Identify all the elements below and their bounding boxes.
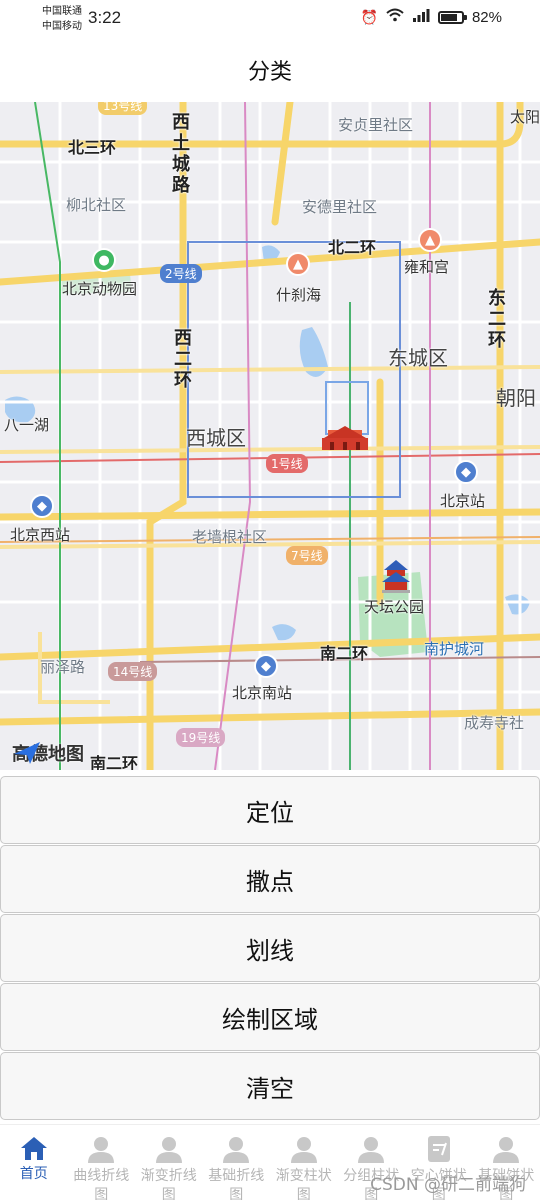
user-icon bbox=[87, 1135, 115, 1163]
navigation-arrow-icon bbox=[14, 742, 40, 764]
map-label-beierhuan: 北二环 bbox=[328, 238, 377, 257]
document-icon bbox=[425, 1135, 453, 1163]
tab-gradient-line-chart[interactable]: 渐变折线图 bbox=[135, 1125, 203, 1200]
map-label-bayihu: 八一湖 bbox=[4, 416, 50, 434]
user-icon bbox=[290, 1135, 318, 1163]
tab-home[interactable]: 首页 bbox=[0, 1125, 68, 1200]
tab-gradient-bar-chart-label: 渐变柱状图 bbox=[275, 1168, 332, 1200]
status-bar: 中国联通 中国移动 3:22 ⏰ 82% bbox=[0, 0, 540, 38]
battery-percent: 82% bbox=[471, 9, 502, 26]
map-label-shichahai: 什刹海 bbox=[276, 286, 322, 304]
tab-basic-line-chart[interactable]: 基础折线图 bbox=[203, 1125, 271, 1200]
temple-of-heaven-icon[interactable] bbox=[380, 558, 412, 594]
map-label-lizelu: 丽泽路 bbox=[40, 658, 86, 676]
user-icon bbox=[492, 1135, 520, 1163]
map-label-nanyihuan: 南二环 bbox=[90, 754, 139, 770]
signal-icon bbox=[412, 8, 430, 27]
user-icon bbox=[357, 1135, 385, 1163]
page-title: 分类 bbox=[247, 60, 292, 85]
map-label-beijing-west: 北京西站 bbox=[10, 526, 71, 544]
carrier-1: 中国联通 bbox=[42, 6, 82, 17]
map-label-anzhenli: 安贞里社区 bbox=[338, 116, 414, 134]
subway-badge-line2: 2号线 bbox=[160, 264, 202, 283]
map-label-xierhuan: 西二环 bbox=[174, 328, 192, 391]
map-label-yonghegong: 雍和宫 bbox=[404, 258, 450, 276]
subway-badge-line14: 14号线 bbox=[108, 662, 158, 681]
map-label-xicheng: 西城区 bbox=[186, 426, 246, 450]
temple-poi-icon[interactable]: ▲ bbox=[286, 252, 310, 276]
map-label-laoqianggen: 老墙根社区 bbox=[192, 528, 268, 546]
zoo-poi-icon[interactable]: ● bbox=[92, 248, 116, 272]
map-label-beisanhuan: 北三环 bbox=[68, 138, 117, 157]
lake-south bbox=[272, 624, 296, 641]
watermark-text: CSDN @研二前端狗 bbox=[370, 1175, 526, 1195]
map-label-chengshousi: 成寿寺社 bbox=[464, 714, 525, 732]
action-button-list: 定位 撒点 划线 绘制区域 清空 bbox=[0, 776, 540, 1121]
battery-icon bbox=[437, 11, 467, 24]
map-label-nanerhuan: 南二环 bbox=[320, 644, 369, 663]
user-icon bbox=[155, 1135, 183, 1163]
clear-button[interactable]: 清空 bbox=[0, 1052, 540, 1120]
tab-home-label: 首页 bbox=[19, 1166, 48, 1182]
map-label-beijing-station: 北京站 bbox=[440, 492, 486, 510]
map-label-xitucheng: 西土城路 bbox=[172, 112, 190, 196]
subway-badge-line19: 19号线 bbox=[176, 728, 226, 747]
home-icon bbox=[20, 1135, 48, 1161]
tab-basic-line-chart-label: 基础折线图 bbox=[208, 1168, 265, 1200]
draw-line-button[interactable]: 划线 bbox=[0, 914, 540, 982]
map-provider-logo: 高德地图 bbox=[12, 740, 84, 766]
station-poi-icon[interactable]: ◆ bbox=[454, 460, 478, 484]
map-label-beijing-south: 北京南站 bbox=[232, 684, 293, 702]
carrier-2: 中国移动 bbox=[42, 21, 82, 32]
map-label-andeli: 安德里社区 bbox=[302, 198, 378, 216]
subway-badge-line1: 1号线 bbox=[266, 454, 308, 473]
nav-header: 分类 bbox=[0, 38, 540, 102]
map-label-taiyang: 太阳 bbox=[510, 108, 540, 126]
draw-area-button[interactable]: 绘制区域 bbox=[0, 983, 540, 1051]
scatter-points-button[interactable]: 撒点 bbox=[0, 845, 540, 913]
subway-badge-line7: 7号线 bbox=[286, 546, 328, 565]
tab-gradient-line-chart-label: 渐变折线图 bbox=[140, 1168, 197, 1200]
map-label-dongcheng: 东城区 bbox=[388, 346, 448, 370]
battery-fill bbox=[440, 14, 457, 21]
yonghegong-poi-icon[interactable]: ▲ bbox=[418, 228, 442, 252]
lake-east bbox=[505, 594, 530, 615]
tiananmen-icon[interactable] bbox=[320, 424, 370, 452]
app-root: 中国联通 中国移动 3:22 ⏰ 82% 分类 安贞里社区 太阳 北三环 西土城… bbox=[0, 0, 540, 1200]
west-station-poi-icon[interactable]: ◆ bbox=[30, 494, 54, 518]
map-label-chaoyang: 朝阳 bbox=[496, 386, 536, 410]
map-view[interactable]: 安贞里社区 太阳 北三环 西土城路 柳北社区 安德里社区 北二环 雍和宫 北京动… bbox=[0, 102, 540, 770]
map-label-zoo: 北京动物园 bbox=[62, 280, 138, 298]
alarm-icon: ⏰ bbox=[360, 9, 378, 26]
user-icon bbox=[222, 1135, 250, 1163]
map-label-dongerhuan: 东二环 bbox=[488, 288, 506, 351]
tab-curve-line-chart[interactable]: 曲线折线图 bbox=[68, 1125, 136, 1200]
map-label-liubei: 柳北社区 bbox=[66, 196, 127, 214]
carrier-info: 中国联通 中国移动 bbox=[42, 4, 82, 34]
wifi-icon bbox=[386, 8, 404, 27]
map-label-nanhu: 南护城河 bbox=[424, 640, 485, 658]
south-station-poi-icon[interactable]: ◆ bbox=[254, 654, 278, 678]
status-indicators: ⏰ 82% bbox=[361, 8, 502, 27]
subway-badge-line13: 13号线 bbox=[98, 102, 148, 115]
map-label-temple-heaven: 天坛公园 bbox=[364, 598, 425, 616]
locate-button[interactable]: 定位 bbox=[0, 776, 540, 844]
tab-curve-line-chart-label: 曲线折线图 bbox=[73, 1168, 130, 1200]
tab-gradient-bar-chart[interactable]: 渐变柱状图 bbox=[270, 1125, 338, 1200]
status-time: 3:22 bbox=[88, 8, 122, 27]
